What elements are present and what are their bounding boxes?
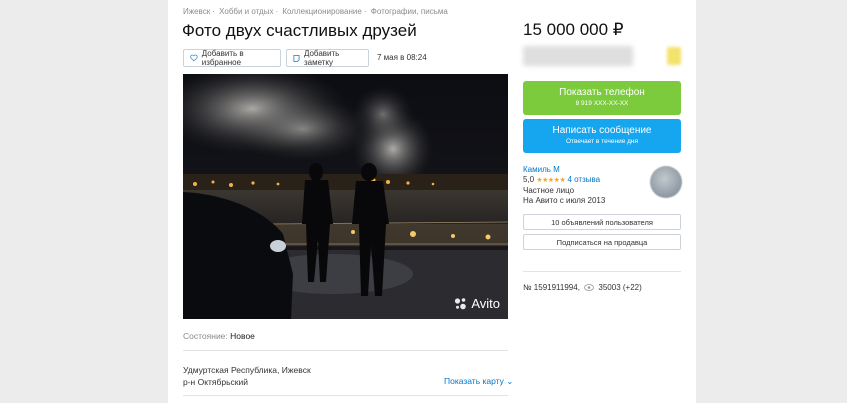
seller-reviews-link[interactable]: 4 отзыва bbox=[567, 175, 600, 184]
listing-id: № 1591911994, bbox=[523, 283, 580, 292]
breadcrumb-collecting[interactable]: Коллекционирование bbox=[282, 7, 361, 16]
write-message-button[interactable]: Написать сообщение Отвечает в течение дн… bbox=[523, 119, 681, 153]
condition: Состояние: Новое bbox=[183, 331, 255, 341]
seller-type: Частное лицо bbox=[523, 186, 575, 195]
star-rating-icon: ★★★★★ bbox=[536, 177, 566, 184]
seller-rating: 5,0 bbox=[523, 175, 535, 184]
add-note-button[interactable]: Добавить заметку bbox=[286, 49, 369, 67]
write-message-label: Написать сообщение bbox=[552, 125, 652, 136]
seller-info: Камиль М 5,0 ★★★★★ 4 отзыва Частное лицо… bbox=[523, 165, 605, 206]
address-district: р-н Октябрьский bbox=[183, 377, 249, 387]
add-to-favorites-label: Добавить в избранное bbox=[201, 49, 244, 67]
condition-value: Новое bbox=[230, 331, 255, 341]
show-phone-label: Показать телефон bbox=[559, 87, 645, 98]
price: 15 000 000 ₽ bbox=[523, 20, 624, 39]
breadcrumb-city[interactable]: Ижевск bbox=[183, 7, 210, 16]
breadcrumb: Ижевск · Хобби и отдых · Коллекционировани… bbox=[183, 7, 448, 16]
user-ads-button[interactable]: 10 объявлений пользователя bbox=[523, 214, 681, 230]
page-title: Фото двух счастливых друзей bbox=[182, 21, 417, 40]
response-time: Отвечает в течение дня bbox=[565, 138, 639, 145]
heart-icon bbox=[190, 54, 198, 62]
seller-rating-row: 5,0 ★★★★★ 4 отзыва bbox=[523, 175, 605, 186]
show-phone-button[interactable]: Показать телефон 8 919 XXX-XX-XX bbox=[523, 81, 681, 115]
avatar[interactable] bbox=[650, 166, 682, 198]
breadcrumb-photos[interactable]: Фотографии, письма bbox=[371, 7, 448, 16]
night-embankment-image bbox=[183, 74, 508, 319]
blurred-banner bbox=[523, 46, 633, 66]
eye-icon bbox=[584, 284, 595, 291]
post-date: 7 мая в 08:24 bbox=[377, 53, 427, 62]
avito-logo-icon bbox=[455, 298, 467, 310]
show-map-link[interactable]: Показать карту ⌄ bbox=[444, 376, 513, 387]
address-region: Удмуртская Республика, Ижевск bbox=[183, 365, 311, 375]
watermark-text: Avito bbox=[471, 296, 500, 311]
note-icon bbox=[293, 54, 300, 62]
show-map-label: Показать карту bbox=[444, 376, 504, 386]
listing-meta: № 1591911994, 35003 (+22) bbox=[523, 283, 642, 292]
chevron-down-icon: ⌄ bbox=[506, 376, 514, 386]
blurred-badge bbox=[667, 47, 681, 65]
watermark: Avito bbox=[454, 296, 500, 311]
breadcrumb-hobby[interactable]: Хобби и отдых bbox=[219, 7, 273, 16]
subscribe-seller-button[interactable]: Подписаться на продавца bbox=[523, 234, 681, 250]
add-to-favorites-button[interactable]: Добавить в избранное bbox=[183, 49, 281, 67]
seller-name[interactable]: Камиль М bbox=[523, 165, 605, 175]
masked-phone: 8 919 XXX-XX-XX bbox=[575, 100, 629, 107]
divider bbox=[523, 271, 681, 272]
divider bbox=[183, 395, 508, 396]
listing-photo[interactable]: Avito bbox=[183, 74, 508, 319]
address: Удмуртская Республика, Ижевск р-н Октябр… bbox=[183, 364, 311, 388]
add-note-label: Добавить заметку bbox=[303, 49, 340, 67]
condition-label: Состояние: bbox=[183, 331, 228, 341]
view-count: 35003 (+22) bbox=[598, 283, 642, 292]
divider bbox=[183, 350, 508, 351]
seller-since: На Авито с июля 2013 bbox=[523, 196, 606, 205]
